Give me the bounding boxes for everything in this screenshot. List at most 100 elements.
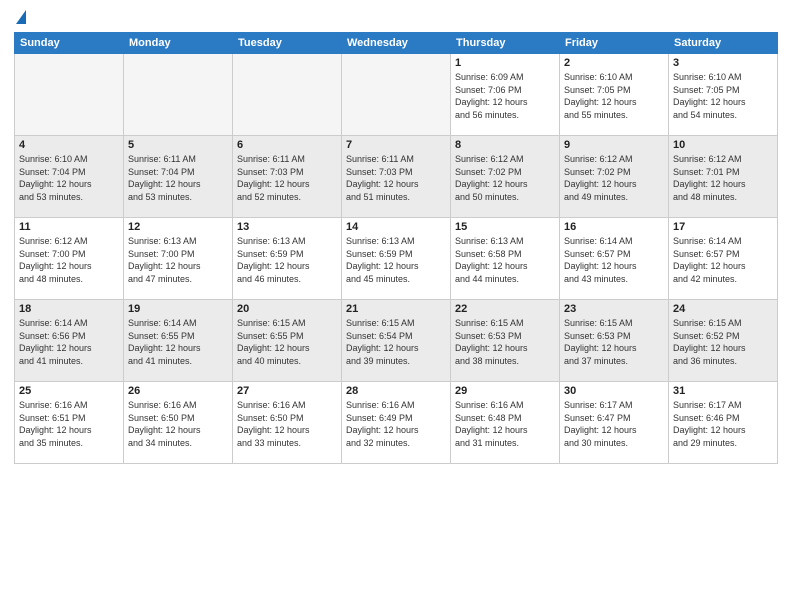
day-info: Sunrise: 6:11 AM Sunset: 7:03 PM Dayligh… [237,153,337,203]
day-info: Sunrise: 6:09 AM Sunset: 7:06 PM Dayligh… [455,71,555,121]
day-number: 27 [237,385,337,397]
day-number: 25 [19,385,119,397]
calendar-day-cell [15,54,124,136]
calendar-day-cell: 9 Sunrise: 6:12 AM Sunset: 7:02 PM Daylig… [560,136,669,218]
day-number: 19 [128,303,228,315]
day-number: 26 [128,385,228,397]
day-info: Sunrise: 6:17 AM Sunset: 6:46 PM Dayligh… [673,399,773,449]
day-number: 6 [237,139,337,151]
calendar-week-row: 4 Sunrise: 6:10 AM Sunset: 7:04 PM Daylig… [15,136,778,218]
calendar-day-cell: 17 Sunrise: 6:14 AM Sunset: 6:57 PM Dayli… [669,218,778,300]
day-number: 3 [673,57,773,69]
day-number: 4 [19,139,119,151]
calendar-day-cell: 19 Sunrise: 6:14 AM Sunset: 6:55 PM Dayli… [124,300,233,382]
day-info: Sunrise: 6:16 AM Sunset: 6:50 PM Dayligh… [237,399,337,449]
calendar-day-cell: 31 Sunrise: 6:17 AM Sunset: 6:46 PM Dayli… [669,382,778,464]
page: SundayMondayTuesdayWednesdayThursdayFrid… [0,0,792,612]
day-info: Sunrise: 6:16 AM Sunset: 6:50 PM Dayligh… [128,399,228,449]
weekday-header-row: SundayMondayTuesdayWednesdayThursdayFrid… [15,33,778,54]
weekday-header-friday: Friday [560,33,669,54]
day-info: Sunrise: 6:10 AM Sunset: 7:05 PM Dayligh… [673,71,773,121]
day-info: Sunrise: 6:14 AM Sunset: 6:57 PM Dayligh… [673,235,773,285]
calendar-day-cell: 7 Sunrise: 6:11 AM Sunset: 7:03 PM Daylig… [342,136,451,218]
calendar-day-cell: 30Sunrise: 6:17 AM Sunset: 6:47 PM Dayli… [560,382,669,464]
calendar: SundayMondayTuesdayWednesdayThursdayFrid… [14,32,778,464]
calendar-day-cell: 25Sunrise: 6:16 AM Sunset: 6:51 PM Dayli… [15,382,124,464]
day-info: Sunrise: 6:12 AM Sunset: 7:01 PM Dayligh… [673,153,773,203]
calendar-day-cell: 24Sunrise: 6:15 AM Sunset: 6:52 PM Dayli… [669,300,778,382]
logo [14,10,26,26]
day-info: Sunrise: 6:15 AM Sunset: 6:53 PM Dayligh… [564,317,664,367]
weekday-header-monday: Monday [124,33,233,54]
day-number: 17 [673,221,773,233]
calendar-day-cell: 2 Sunrise: 6:10 AM Sunset: 7:05 PM Daylig… [560,54,669,136]
day-info: Sunrise: 6:11 AM Sunset: 7:04 PM Dayligh… [128,153,228,203]
calendar-day-cell: 28 Sunrise: 6:16 AM Sunset: 6:49 PM Dayli… [342,382,451,464]
day-number: 28 [346,385,446,397]
calendar-day-cell: 13 Sunrise: 6:13 AM Sunset: 6:59 PM Dayli… [233,218,342,300]
day-info: Sunrise: 6:13 AM Sunset: 6:58 PM Dayligh… [455,235,555,285]
calendar-day-cell [124,54,233,136]
day-info: Sunrise: 6:12 AM Sunset: 7:00 PM Dayligh… [19,235,119,285]
day-number: 20 [237,303,337,315]
calendar-day-cell: 22 Sunrise: 6:15 AM Sunset: 6:53 PM Dayli… [451,300,560,382]
calendar-week-row: 18Sunrise: 6:14 AM Sunset: 6:56 PM Dayli… [15,300,778,382]
calendar-day-cell: 23 Sunrise: 6:15 AM Sunset: 6:53 PM Dayli… [560,300,669,382]
calendar-day-cell: 4 Sunrise: 6:10 AM Sunset: 7:04 PM Daylig… [15,136,124,218]
calendar-day-cell: 11Sunrise: 6:12 AM Sunset: 7:00 PM Dayli… [15,218,124,300]
day-number: 22 [455,303,555,315]
day-number: 16 [564,221,664,233]
day-number: 21 [346,303,446,315]
day-info: Sunrise: 6:11 AM Sunset: 7:03 PM Dayligh… [346,153,446,203]
day-number: 1 [455,57,555,69]
day-info: Sunrise: 6:15 AM Sunset: 6:55 PM Dayligh… [237,317,337,367]
calendar-day-cell: 18Sunrise: 6:14 AM Sunset: 6:56 PM Dayli… [15,300,124,382]
calendar-day-cell: 27 Sunrise: 6:16 AM Sunset: 6:50 PM Dayli… [233,382,342,464]
calendar-day-cell: 20 Sunrise: 6:15 AM Sunset: 6:55 PM Dayli… [233,300,342,382]
logo-text [14,10,26,26]
day-info: Sunrise: 6:16 AM Sunset: 6:49 PM Dayligh… [346,399,446,449]
day-number: 24 [673,303,773,315]
day-info: Sunrise: 6:12 AM Sunset: 7:02 PM Dayligh… [564,153,664,203]
calendar-day-cell [342,54,451,136]
calendar-day-cell: 15 Sunrise: 6:13 AM Sunset: 6:58 PM Dayli… [451,218,560,300]
calendar-day-cell: 21 Sunrise: 6:15 AM Sunset: 6:54 PM Dayli… [342,300,451,382]
calendar-day-cell: 8 Sunrise: 6:12 AM Sunset: 7:02 PM Daylig… [451,136,560,218]
calendar-day-cell: 6 Sunrise: 6:11 AM Sunset: 7:03 PM Daylig… [233,136,342,218]
day-info: Sunrise: 6:12 AM Sunset: 7:02 PM Dayligh… [455,153,555,203]
day-info: Sunrise: 6:10 AM Sunset: 7:04 PM Dayligh… [19,153,119,203]
weekday-header-sunday: Sunday [15,33,124,54]
day-info: Sunrise: 6:13 AM Sunset: 6:59 PM Dayligh… [237,235,337,285]
calendar-day-cell: 16 Sunrise: 6:14 AM Sunset: 6:57 PM Dayli… [560,218,669,300]
day-number: 15 [455,221,555,233]
day-number: 12 [128,221,228,233]
day-number: 31 [673,385,773,397]
weekday-header-saturday: Saturday [669,33,778,54]
day-info: Sunrise: 6:15 AM Sunset: 6:53 PM Dayligh… [455,317,555,367]
day-info: Sunrise: 6:14 AM Sunset: 6:56 PM Dayligh… [19,317,119,367]
day-number: 30 [564,385,664,397]
calendar-day-cell: 5Sunrise: 6:11 AM Sunset: 7:04 PM Daylig… [124,136,233,218]
day-number: 10 [673,139,773,151]
day-number: 14 [346,221,446,233]
day-info: Sunrise: 6:14 AM Sunset: 6:57 PM Dayligh… [564,235,664,285]
calendar-week-row: 1 Sunrise: 6:09 AM Sunset: 7:06 PM Daylig… [15,54,778,136]
calendar-day-cell [233,54,342,136]
day-number: 8 [455,139,555,151]
day-number: 2 [564,57,664,69]
day-info: Sunrise: 6:10 AM Sunset: 7:05 PM Dayligh… [564,71,664,121]
calendar-day-cell: 1 Sunrise: 6:09 AM Sunset: 7:06 PM Daylig… [451,54,560,136]
weekday-header-tuesday: Tuesday [233,33,342,54]
calendar-week-row: 11Sunrise: 6:12 AM Sunset: 7:00 PM Dayli… [15,218,778,300]
calendar-day-cell: 12Sunrise: 6:13 AM Sunset: 7:00 PM Dayli… [124,218,233,300]
day-number: 9 [564,139,664,151]
day-number: 13 [237,221,337,233]
calendar-day-cell: 10 Sunrise: 6:12 AM Sunset: 7:01 PM Dayli… [669,136,778,218]
day-info: Sunrise: 6:14 AM Sunset: 6:55 PM Dayligh… [128,317,228,367]
day-number: 23 [564,303,664,315]
day-info: Sunrise: 6:13 AM Sunset: 6:59 PM Dayligh… [346,235,446,285]
calendar-day-cell: 14 Sunrise: 6:13 AM Sunset: 6:59 PM Dayli… [342,218,451,300]
calendar-day-cell: 26 Sunrise: 6:16 AM Sunset: 6:50 PM Dayli… [124,382,233,464]
day-number: 7 [346,139,446,151]
day-info: Sunrise: 6:15 AM Sunset: 6:54 PM Dayligh… [346,317,446,367]
